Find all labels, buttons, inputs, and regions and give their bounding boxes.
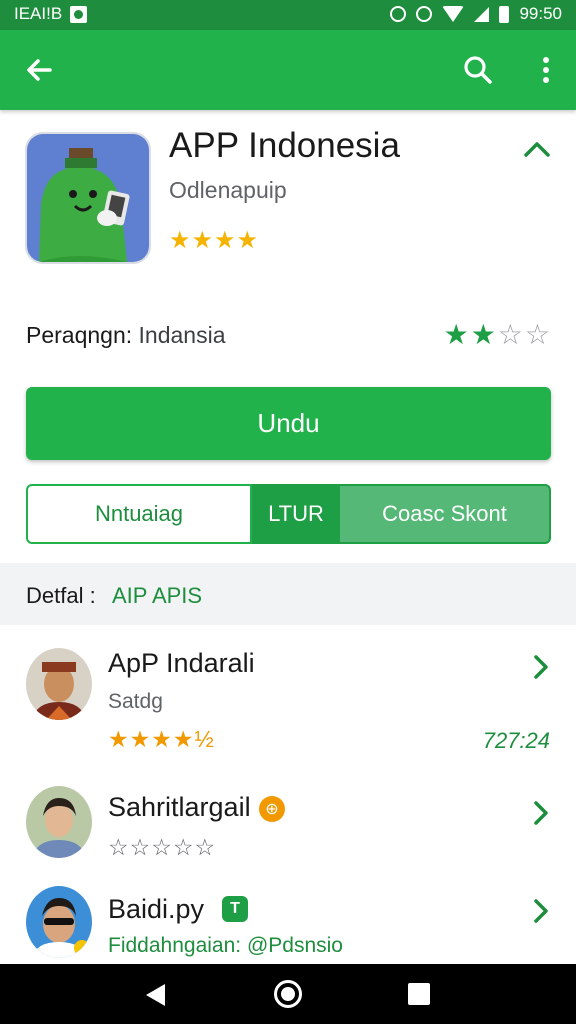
item-subtitle: Satdg xyxy=(108,690,163,713)
detail-header: Detfal : AIP APIS xyxy=(0,563,576,625)
app-header: APP Indonesia Odlenapuip ★★★★ xyxy=(0,110,576,300)
item-title-text: Baidi.py xyxy=(108,894,205,924)
signal-icon xyxy=(474,6,490,22)
item-count: 727:24 xyxy=(482,728,550,753)
item-rating: ★★★★½ xyxy=(108,726,215,752)
system-nav-bar xyxy=(0,964,576,1024)
status-bar: IEAI!B 99:50 xyxy=(0,0,576,30)
collapse-button[interactable] xyxy=(520,136,554,162)
mascot-icon xyxy=(27,134,149,262)
install-button[interactable]: Undu xyxy=(26,387,551,460)
publisher-label: Peraqngn: xyxy=(26,322,133,348)
back-button[interactable] xyxy=(20,50,60,90)
chevron-up-icon xyxy=(524,142,550,157)
search-icon xyxy=(464,56,492,84)
tab-coasc-skont[interactable]: Coasc Skont xyxy=(340,484,551,544)
publisher-rating[interactable]: ★★☆☆ xyxy=(444,318,552,351)
arrow-back-icon xyxy=(27,59,52,81)
rating-stars-empty: ☆☆ xyxy=(497,319,552,350)
nav-home-icon[interactable] xyxy=(274,980,302,1008)
app-icon xyxy=(25,132,151,264)
nav-recents-icon[interactable] xyxy=(408,983,430,1005)
verified-badge-icon: ⊕ xyxy=(259,796,285,822)
verified-badge-icon: T xyxy=(222,896,248,922)
carrier-text: IEAI!B xyxy=(14,4,63,23)
app-title: APP Indonesia xyxy=(169,126,400,165)
item-title: ApP Indarali xyxy=(108,648,255,678)
more-vert-icon xyxy=(543,57,549,83)
app-rating-stars: ★★★★ xyxy=(169,227,260,254)
list-item[interactable]: Baidi.py T Fiddahngaian: @Pdsnsio xyxy=(0,880,576,964)
sync-icon xyxy=(390,6,407,22)
detail-label: Detfal : xyxy=(26,583,96,608)
nav-back-icon[interactable] xyxy=(146,984,165,1006)
more-options-button[interactable] xyxy=(530,50,562,90)
item-title-text: Sahritlargail xyxy=(108,792,251,822)
tab-nntuaiag[interactable]: Nntuaiag xyxy=(26,484,252,544)
developer-name[interactable]: Odlenapuip xyxy=(169,177,287,204)
tab-ltur[interactable]: LTUR xyxy=(252,484,340,544)
publisher-text: Peraqngn: Indansia xyxy=(26,322,226,349)
list-item[interactable]: ApP Indarali Satdg ★★★★½ 727:24 xyxy=(0,640,576,760)
notification-icon xyxy=(70,5,88,23)
wifi-icon xyxy=(442,6,465,22)
chevron-right-icon xyxy=(530,896,552,926)
chevron-right-icon xyxy=(530,652,552,682)
item-title: Sahritlargail xyxy=(108,792,251,823)
publisher-row: Peraqngn: Indansia ★★☆☆ xyxy=(0,310,576,360)
list-item[interactable]: Sahritlargail ⊕ ☆☆☆☆☆ xyxy=(0,780,576,870)
app-bar xyxy=(0,30,576,110)
avatar xyxy=(26,786,92,858)
avatar xyxy=(26,886,92,958)
item-subtitle: Fiddahngaian: @Pdsnsio xyxy=(108,934,343,957)
search-button[interactable] xyxy=(458,50,498,90)
avatar xyxy=(26,648,92,720)
item-rating: ☆☆☆☆☆ xyxy=(108,834,217,860)
detail-value: AIP APIS xyxy=(112,583,203,608)
alarm-icon xyxy=(416,6,433,22)
rating-stars-filled: ★★ xyxy=(443,319,498,350)
chevron-right-icon xyxy=(530,798,552,828)
clock: 99:50 xyxy=(519,4,562,23)
tab-row: Nntuaiag LTUR Coasc Skont xyxy=(26,484,551,544)
item-title: Baidi.py xyxy=(108,894,204,925)
battery-icon xyxy=(499,5,510,23)
publisher-value: Indansia xyxy=(138,322,226,348)
